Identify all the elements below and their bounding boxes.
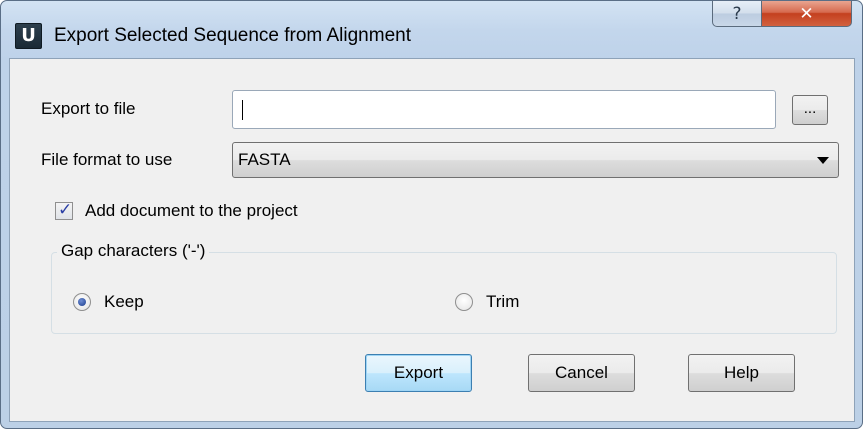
cancel-button[interactable]: Cancel bbox=[528, 354, 635, 392]
trim-radio[interactable] bbox=[455, 293, 473, 311]
export-button[interactable]: Export bbox=[365, 354, 472, 392]
browse-button[interactable]: ... bbox=[792, 95, 828, 125]
help-button[interactable]: Help bbox=[688, 354, 795, 392]
file-format-dropdown[interactable]: FASTA bbox=[232, 142, 839, 178]
add-document-checkbox[interactable]: ✓ bbox=[55, 200, 73, 220]
checkmark-icon: ✓ bbox=[58, 200, 73, 220]
trim-radio-label[interactable]: Trim bbox=[486, 292, 519, 312]
add-document-label[interactable]: Add document to the project bbox=[85, 201, 298, 221]
file-format-value: FASTA bbox=[238, 150, 291, 169]
caption-buttons: ? ✕ bbox=[712, 1, 852, 28]
gap-characters-title: Gap characters ('-') bbox=[57, 241, 210, 261]
help-caption-button[interactable]: ? bbox=[712, 1, 762, 27]
export-to-file-label: Export to file bbox=[41, 99, 136, 118]
app-icon: U bbox=[15, 23, 42, 49]
text-caret bbox=[242, 100, 243, 120]
window-title: Export Selected Sequence from Alignment bbox=[54, 25, 411, 46]
radio-selected-dot bbox=[78, 298, 86, 306]
keep-radio[interactable] bbox=[73, 293, 91, 311]
keep-radio-label[interactable]: Keep bbox=[104, 292, 144, 312]
export-file-input[interactable] bbox=[232, 90, 776, 129]
close-button[interactable]: ✕ bbox=[762, 1, 852, 27]
title-bar[interactable]: U Export Selected Sequence from Alignmen… bbox=[1, 1, 862, 57]
gap-characters-group bbox=[51, 252, 837, 334]
chevron-down-icon bbox=[817, 157, 829, 164]
file-format-label: File format to use bbox=[41, 150, 173, 169]
close-icon: ✕ bbox=[799, 3, 814, 24]
help-icon: ? bbox=[732, 3, 742, 24]
dialog-body: Export to file ... File format to use FA… bbox=[9, 58, 855, 422]
dialog-window: U Export Selected Sequence from Alignmen… bbox=[0, 0, 863, 429]
